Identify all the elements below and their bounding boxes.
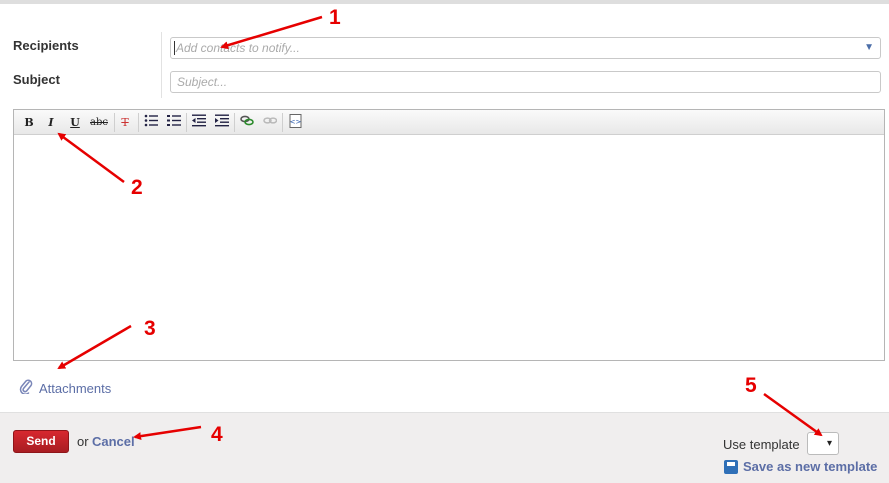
annotation-number-1: 1 xyxy=(329,6,341,29)
annotation-arrows xyxy=(57,15,823,441)
annotation-arrow-4 xyxy=(133,425,202,441)
annotation-number-5: 5 xyxy=(745,374,757,397)
annotation-arrow-2 xyxy=(57,132,125,184)
annotation-number-2: 2 xyxy=(131,176,143,199)
annotation-number-3: 3 xyxy=(144,317,156,340)
annotation-number-4: 4 xyxy=(211,423,223,446)
annotation-arrow-5 xyxy=(763,392,823,437)
annotation-arrow-1 xyxy=(220,15,323,50)
annotation-arrow-3 xyxy=(57,324,132,370)
